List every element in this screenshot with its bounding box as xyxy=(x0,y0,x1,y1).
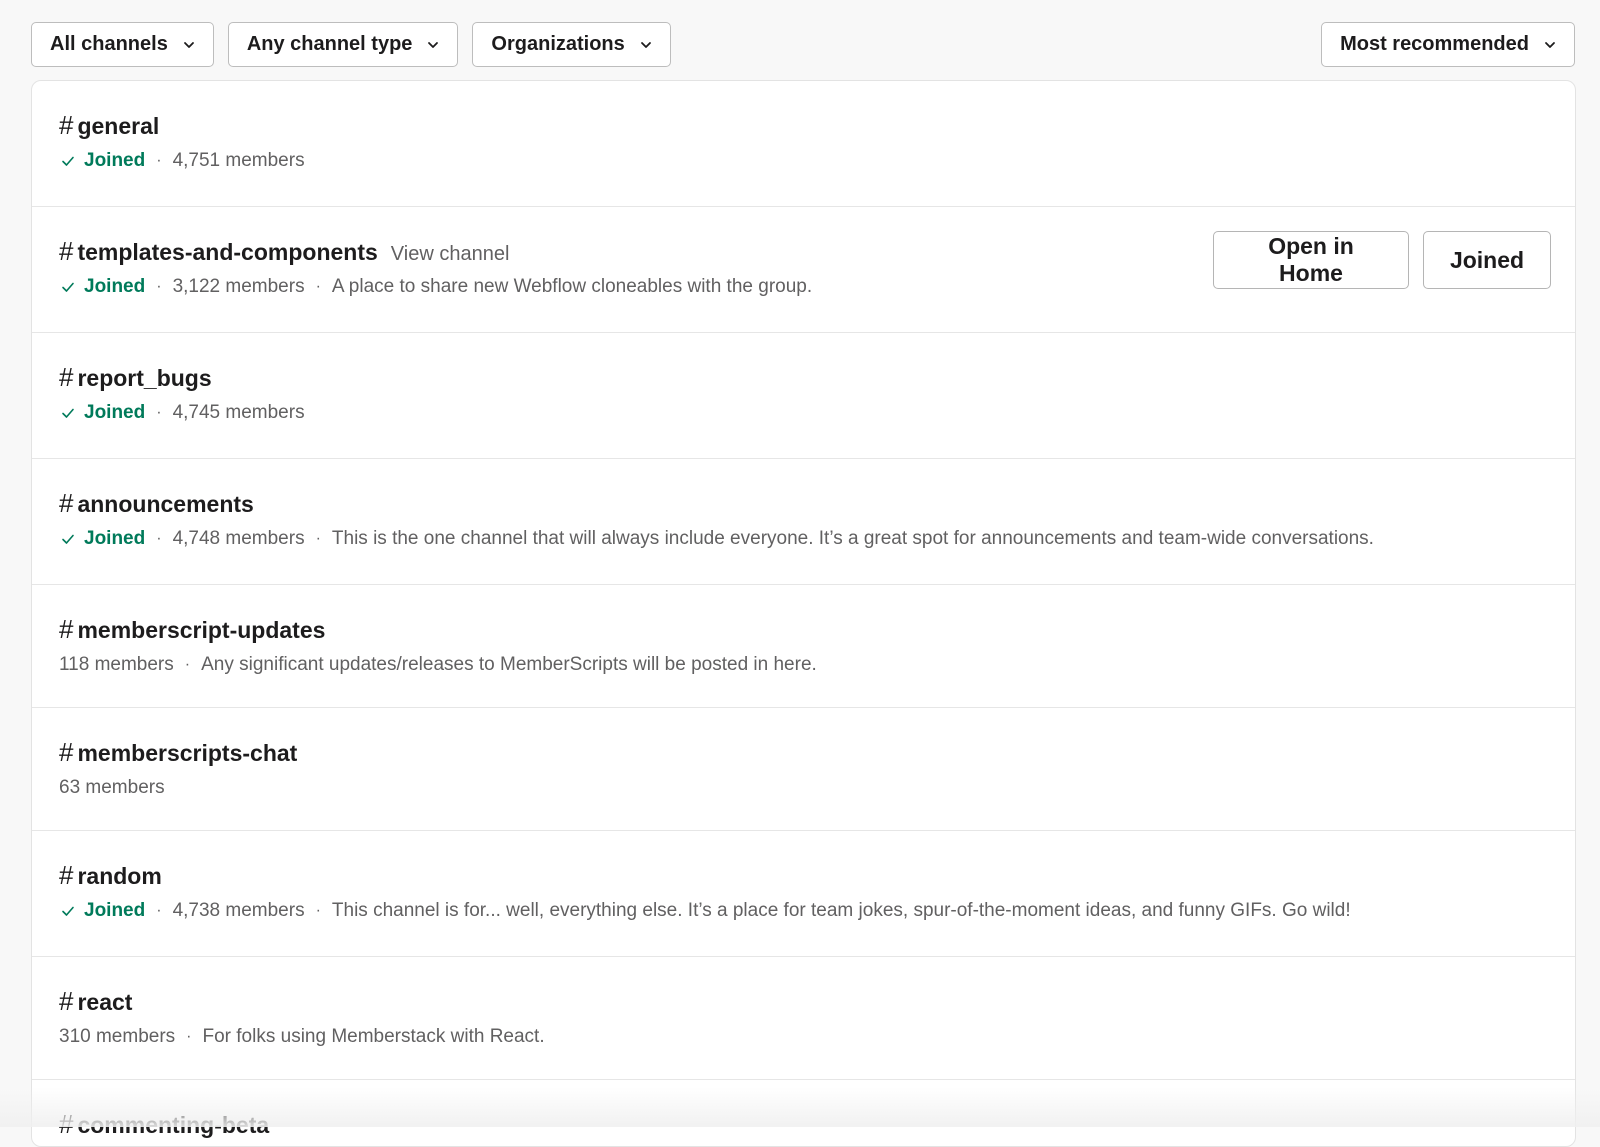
hash-icon: # xyxy=(59,1109,73,1139)
channel-type-label: Any channel type xyxy=(247,33,413,56)
channel-description: This is the one channel that will always… xyxy=(332,526,1374,552)
sort-label: Most recommended xyxy=(1340,33,1529,56)
channel-row-general[interactable]: # general Joined · 4,751 members xyxy=(32,81,1575,207)
chevron-down-icon xyxy=(182,38,196,52)
separator: · xyxy=(316,898,321,924)
joined-status: Joined xyxy=(84,274,145,300)
channel-name[interactable]: commenting-beta xyxy=(77,1110,269,1140)
row-actions: Open in Home Joined xyxy=(1213,231,1551,289)
chevron-down-icon xyxy=(426,38,440,52)
channel-row-memberscripts-chat[interactable]: # memberscripts-chat 63 members xyxy=(32,708,1575,831)
separator: · xyxy=(156,274,161,300)
hash-icon: # xyxy=(59,110,73,140)
channel-name[interactable]: report_bugs xyxy=(77,363,211,393)
separator: · xyxy=(156,898,161,924)
filter-bar: All channels Any channel type Organizati… xyxy=(31,22,1575,67)
hash-icon: # xyxy=(59,986,73,1016)
check-icon xyxy=(61,532,75,546)
hash-icon: # xyxy=(59,860,73,890)
organizations-label: Organizations xyxy=(491,33,624,56)
channel-row-random[interactable]: # random Joined · 4,738 members · This c… xyxy=(32,831,1575,957)
channel-row-react[interactable]: # react 310 members · For folks using Me… xyxy=(32,957,1575,1080)
separator: · xyxy=(156,400,161,426)
separator: · xyxy=(185,652,190,678)
channel-row-commenting-beta[interactable]: # commenting-beta xyxy=(32,1080,1575,1147)
separator: · xyxy=(156,148,161,174)
channel-description: Any significant updates/releases to Memb… xyxy=(201,652,817,678)
hash-icon: # xyxy=(59,488,73,518)
member-count: 118 members xyxy=(59,652,174,678)
channel-name[interactable]: general xyxy=(77,111,159,141)
channel-name[interactable]: memberscript-updates xyxy=(77,615,325,645)
member-count: 4,751 members xyxy=(173,148,305,174)
organizations-filter[interactable]: Organizations xyxy=(472,22,670,67)
hash-icon: # xyxy=(59,614,73,644)
channel-name[interactable]: templates-and-components xyxy=(77,237,377,267)
check-icon xyxy=(61,154,75,168)
channel-description: This channel is for... well, everything … xyxy=(332,898,1351,924)
open-in-home-button[interactable]: Open in Home xyxy=(1213,231,1409,289)
chevron-down-icon xyxy=(1543,38,1557,52)
joined-status: Joined xyxy=(84,526,145,552)
channel-row-templates-and-components[interactable]: # templates-and-components View channel … xyxy=(32,207,1575,333)
channel-description: For folks using Memberstack with React. xyxy=(203,1024,545,1050)
check-icon xyxy=(61,904,75,918)
member-count: 3,122 members xyxy=(173,274,305,300)
joined-status: Joined xyxy=(84,898,145,924)
channel-type-filter[interactable]: Any channel type xyxy=(228,22,459,67)
separator: · xyxy=(156,526,161,552)
check-icon xyxy=(61,406,75,420)
channel-name[interactable]: memberscripts-chat xyxy=(77,738,297,768)
separator: · xyxy=(316,274,321,300)
channel-list: # general Joined · 4,751 members # templ… xyxy=(31,80,1576,1147)
separator: · xyxy=(316,526,321,552)
joined-button[interactable]: Joined xyxy=(1423,231,1551,289)
chevron-down-icon xyxy=(639,38,653,52)
channel-name[interactable]: announcements xyxy=(77,489,253,519)
hash-icon: # xyxy=(59,737,73,767)
member-count: 63 members xyxy=(59,775,165,801)
channel-row-report-bugs[interactable]: # report_bugs Joined · 4,745 members xyxy=(32,333,1575,459)
joined-status: Joined xyxy=(84,148,145,174)
member-count: 4,738 members xyxy=(173,898,305,924)
joined-status: Joined xyxy=(84,400,145,426)
hash-icon: # xyxy=(59,362,73,392)
channel-row-memberscript-updates[interactable]: # memberscript-updates 118 members · Any… xyxy=(32,585,1575,708)
channel-name[interactable]: react xyxy=(77,987,132,1017)
check-icon xyxy=(61,280,75,294)
channel-name[interactable]: random xyxy=(77,861,161,891)
member-count: 310 members xyxy=(59,1024,175,1050)
channel-description: A place to share new Webflow cloneables … xyxy=(332,274,812,300)
view-channel-link[interactable]: View channel xyxy=(391,243,510,266)
all-channels-filter[interactable]: All channels xyxy=(31,22,214,67)
sort-dropdown[interactable]: Most recommended xyxy=(1321,22,1575,67)
hash-icon: # xyxy=(59,236,73,266)
separator: · xyxy=(186,1024,191,1050)
channel-row-announcements[interactable]: # announcements Joined · 4,748 members ·… xyxy=(32,459,1575,585)
all-channels-label: All channels xyxy=(50,33,168,56)
member-count: 4,745 members xyxy=(173,400,305,426)
member-count: 4,748 members xyxy=(173,526,305,552)
